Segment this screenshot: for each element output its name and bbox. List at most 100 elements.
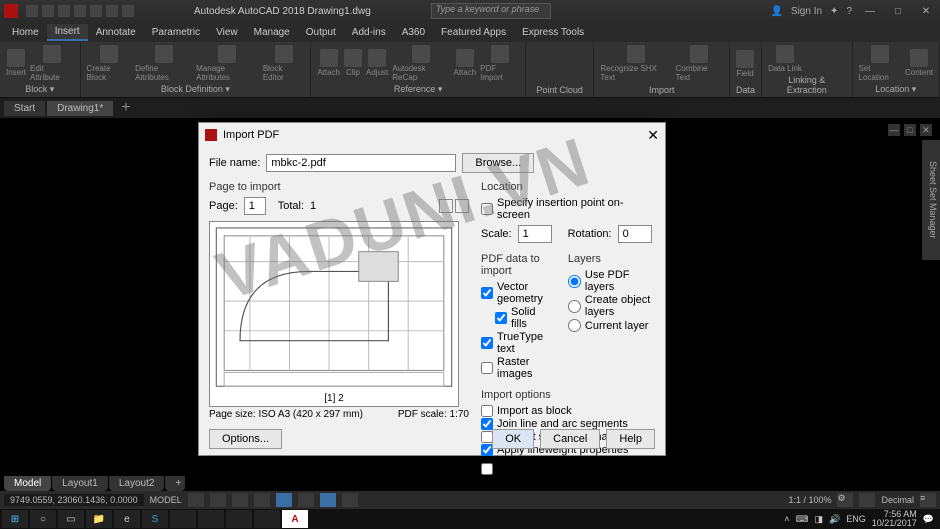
manage-attributes-button[interactable]: Manage Attributes xyxy=(196,45,259,82)
customization-icon[interactable]: ≡ xyxy=(920,493,936,507)
insert-block-button[interactable]: Insert xyxy=(6,49,26,77)
tab-featured-apps[interactable]: Featured Apps xyxy=(433,25,514,40)
close-button[interactable]: ✕ xyxy=(916,6,936,17)
tray-network-icon[interactable]: ◨ xyxy=(814,514,823,525)
grid-toggle[interactable] xyxy=(188,493,204,507)
block-editor-button[interactable]: Block Editor xyxy=(263,45,305,82)
osnap-toggle[interactable] xyxy=(276,493,292,507)
raster-checkbox[interactable] xyxy=(481,362,493,374)
tray-input-icon[interactable]: ⌨ xyxy=(795,514,808,525)
data-link-button[interactable]: Data Link xyxy=(768,45,802,73)
app-icon-1[interactable] xyxy=(170,510,196,528)
grid-view-icon[interactable] xyxy=(439,199,453,213)
tab-parametric[interactable]: Parametric xyxy=(144,25,208,40)
cancel-button[interactable]: Cancel xyxy=(540,429,600,449)
tab-output[interactable]: Output xyxy=(298,25,344,40)
rotation-input[interactable] xyxy=(618,225,652,243)
task-view-icon[interactable]: ▭ xyxy=(58,510,84,528)
maximize-button[interactable]: □ xyxy=(888,6,908,17)
clip-button[interactable]: Clip xyxy=(344,49,362,77)
notification-icon[interactable]: 💬 xyxy=(923,514,934,525)
autocad-taskbar-icon[interactable]: A xyxy=(282,510,308,528)
model-space-label[interactable]: MODEL xyxy=(150,495,182,505)
ortho-toggle[interactable] xyxy=(232,493,248,507)
units-readout[interactable]: Decimal xyxy=(881,495,914,505)
solid-fills-checkbox[interactable] xyxy=(495,312,507,324)
attach-button[interactable]: Attach xyxy=(317,49,340,77)
tab-express-tools[interactable]: Express Tools xyxy=(514,25,592,40)
gear-icon[interactable]: ⚙ xyxy=(837,493,853,507)
drawing-tab[interactable]: Drawing1* xyxy=(47,101,113,116)
list-view-icon[interactable] xyxy=(455,199,469,213)
edit-attribute-button[interactable]: Edit Attribute xyxy=(30,45,74,82)
minimize-button[interactable]: — xyxy=(860,6,880,17)
current-layer-radio[interactable] xyxy=(568,319,581,332)
attach2-button[interactable]: Attach xyxy=(453,49,476,77)
browse-button[interactable]: Browse... xyxy=(462,153,534,173)
tab-insert[interactable]: Insert xyxy=(47,24,88,41)
pdf-import-button[interactable]: PDF Import xyxy=(480,45,519,82)
search-taskbar-icon[interactable]: ○ xyxy=(30,510,56,528)
page-input[interactable] xyxy=(244,197,266,215)
tab-addins[interactable]: Add-ins xyxy=(344,25,394,40)
new-tab-button[interactable]: + xyxy=(115,99,136,117)
content-button[interactable]: Content xyxy=(905,49,933,77)
options-button[interactable]: Options... xyxy=(209,429,282,449)
tray-chevron-icon[interactable]: ˄ xyxy=(784,514,789,524)
edge-icon[interactable]: e xyxy=(114,510,140,528)
sign-in-link[interactable]: Sign In xyxy=(791,6,822,17)
scale-input[interactable] xyxy=(518,225,552,243)
tab-a360[interactable]: A360 xyxy=(394,25,433,40)
file-name-input[interactable] xyxy=(266,154,456,172)
create-obj-layers-radio[interactable] xyxy=(568,300,581,313)
import-as-block-checkbox[interactable] xyxy=(481,405,493,417)
lwt-toggle[interactable] xyxy=(320,493,336,507)
create-block-button[interactable]: Create Block xyxy=(87,45,132,82)
group-import[interactable]: Import xyxy=(600,83,723,95)
tray-lang[interactable]: ENG xyxy=(846,514,866,524)
polar-toggle[interactable] xyxy=(254,493,270,507)
recognize-shx-button[interactable]: Recognize SHX Text xyxy=(600,45,671,82)
vector-geometry-checkbox[interactable] xyxy=(481,287,493,299)
model-tab[interactable]: Model xyxy=(4,476,51,491)
help-button[interactable]: Help xyxy=(606,429,655,449)
tab-manage[interactable]: Manage xyxy=(246,25,298,40)
set-location-button[interactable]: Set Location xyxy=(859,45,901,82)
group-data[interactable]: Data xyxy=(736,83,755,95)
truetype-checkbox[interactable] xyxy=(481,337,493,349)
sheet-set-manager-tab[interactable]: Sheet Set Manager xyxy=(922,140,940,260)
otrack-toggle[interactable] xyxy=(298,493,314,507)
viewport-close-icon[interactable]: ✕ xyxy=(920,124,932,136)
group-linking[interactable]: Linking & Extraction xyxy=(768,73,845,95)
start-tab[interactable]: Start xyxy=(4,101,45,116)
quick-access-toolbar[interactable] xyxy=(26,5,134,17)
group-pointcloud[interactable]: Point Cloud xyxy=(532,83,588,95)
layout1-tab[interactable]: Layout1 xyxy=(52,476,108,491)
infer-lt-checkbox[interactable] xyxy=(481,463,493,475)
viewport-minimize-icon[interactable]: — xyxy=(888,124,900,136)
exchange-icon[interactable]: ✦ xyxy=(830,6,838,17)
tab-home[interactable]: Home xyxy=(4,25,47,40)
app-icon-2[interactable] xyxy=(198,510,224,528)
zoom-readout[interactable]: 1:1 / 100% xyxy=(788,495,831,505)
group-block[interactable]: Block ▾ xyxy=(6,82,74,95)
dialog-close-button[interactable]: ✕ xyxy=(647,127,659,144)
recap-button[interactable]: Autodesk ReCap xyxy=(392,45,449,82)
app-icon-4[interactable] xyxy=(254,510,280,528)
layout2-tab[interactable]: Layout2 xyxy=(109,476,165,491)
adjust-button[interactable]: Adjust xyxy=(366,49,388,77)
group-block-def[interactable]: Block Definition ▾ xyxy=(87,82,305,95)
viewport-restore-icon[interactable]: □ xyxy=(904,124,916,136)
snap-toggle[interactable] xyxy=(210,493,226,507)
skype-icon[interactable]: S xyxy=(142,510,168,528)
pdf-preview[interactable]: [1] 2 xyxy=(209,221,459,407)
group-location[interactable]: Location ▾ xyxy=(859,82,934,95)
combine-text-button[interactable]: Combine Text xyxy=(676,45,723,82)
app-icon-3[interactable] xyxy=(226,510,252,528)
tab-view[interactable]: View xyxy=(208,25,246,40)
define-attributes-button[interactable]: Define Attributes xyxy=(135,45,192,82)
tray-volume-icon[interactable]: 🔊 xyxy=(829,514,840,525)
specify-insertion-checkbox[interactable] xyxy=(481,203,493,215)
tab-annotate[interactable]: Annotate xyxy=(88,25,144,40)
ok-button[interactable]: OK xyxy=(492,429,534,449)
